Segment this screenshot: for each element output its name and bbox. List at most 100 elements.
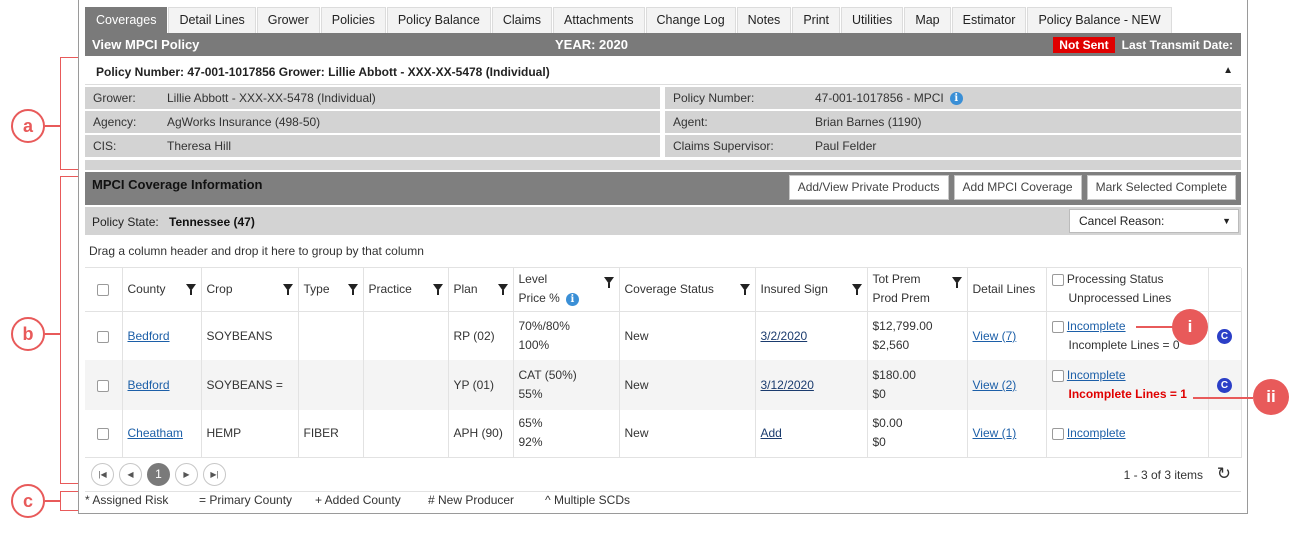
prev-page-button[interactable]: ◀ — [119, 463, 142, 486]
filter-icon[interactable] — [497, 280, 508, 295]
info-value: Paul Felder — [815, 139, 877, 153]
coverage-actions: Add/View Private Products Add MPCI Cover… — [788, 175, 1236, 200]
column-header-processing-status[interactable]: Processing Status Unprocessed Lines — [1046, 268, 1209, 312]
last-transmit-label: Last Transmit Date: — [1121, 38, 1233, 52]
column-header-county[interactable]: County — [122, 268, 202, 312]
insured-sign-link[interactable]: 3/2/2020 — [761, 329, 808, 343]
filter-icon[interactable] — [603, 271, 614, 290]
view-detail-lines-link[interactable]: View (7) — [973, 329, 1017, 343]
annotation-bracket-c — [60, 491, 78, 511]
add-view-private-products-button[interactable]: Add/View Private Products — [788, 175, 949, 200]
table-row[interactable]: Bedford SOYBEANS RP (02) 70%/80% 100% New… — [85, 311, 1242, 360]
column-header-crop[interactable]: Crop — [201, 268, 299, 312]
filter-icon[interactable] — [347, 280, 358, 295]
copy-icon[interactable]: C — [1217, 378, 1232, 393]
tab-policy-balance-new[interactable]: Policy Balance - NEW — [1027, 7, 1172, 33]
filter-icon[interactable] — [432, 280, 443, 295]
incomplete-link[interactable]: Incomplete — [1067, 426, 1126, 440]
next-page-button[interactable]: ▶ — [175, 463, 198, 486]
tab-policies[interactable]: Policies — [320, 7, 386, 33]
plan-cell: APH (90) — [448, 410, 514, 458]
tab-bar: Coverages Detail Lines Grower Policies P… — [85, 7, 1173, 33]
incomplete-link[interactable]: Incomplete — [1067, 319, 1126, 333]
county-link[interactable]: Cheatham — [128, 426, 183, 440]
annotation-label-b: b — [11, 317, 45, 351]
row-checkbox[interactable] — [97, 330, 110, 343]
info-icon[interactable]: i — [949, 92, 963, 106]
column-header-actions — [1208, 268, 1242, 312]
table-row[interactable]: Bedford SOYBEANS = YP (01) CAT (50%) 55% … — [85, 360, 1242, 410]
policy-summary-text: Policy Number: 47-001-1017856 Grower: Li… — [96, 65, 550, 79]
processing-checkbox[interactable] — [1051, 428, 1064, 441]
tab-claims[interactable]: Claims — [491, 7, 553, 33]
processing-checkbox[interactable] — [1051, 369, 1064, 382]
processing-select-all-checkbox[interactable] — [1051, 274, 1064, 287]
tab-grower[interactable]: Grower — [256, 7, 320, 33]
select-all-checkbox[interactable] — [97, 284, 110, 297]
column-header-plan[interactable]: Plan — [448, 268, 514, 312]
view-detail-lines-link[interactable]: View (2) — [973, 378, 1017, 392]
premium-cell: $12,799.00 $2,560 — [867, 311, 968, 360]
column-header-detail-lines[interactable]: Detail Lines — [967, 268, 1047, 312]
premium-cell: $0.00 $0 — [867, 410, 968, 458]
incomplete-link[interactable]: Incomplete — [1067, 368, 1126, 382]
tab-print[interactable]: Print — [792, 7, 841, 33]
column-header-type[interactable]: Type — [298, 268, 364, 312]
cancel-reason-select[interactable]: Cancel Reason: ▼ — [1069, 209, 1239, 233]
filter-icon[interactable] — [851, 280, 862, 295]
column-label: Type — [303, 282, 330, 297]
county-link[interactable]: Bedford — [128, 378, 170, 392]
column-header-premium[interactable]: Tot Prem Prod Prem — [867, 268, 968, 312]
info-cell-cis: CIS: Theresa Hill — [85, 135, 660, 157]
refresh-icon[interactable]: ↻ — [1217, 464, 1231, 484]
collapse-caret-icon[interactable]: ▲ — [1223, 65, 1233, 76]
tab-change-log[interactable]: Change Log — [645, 7, 736, 33]
column-label: Coverage Status — [624, 282, 714, 297]
incomplete-lines-count: Incomplete Lines = 0 — [1068, 337, 1180, 352]
current-page[interactable]: 1 — [147, 463, 170, 486]
column-header-level-price[interactable]: Level Price % i — [513, 268, 620, 312]
add-insured-sign-link[interactable]: Add — [761, 426, 782, 440]
info-row: Agency: AgWorks Insurance (498-50) Agent… — [85, 111, 1241, 135]
column-label: Level — [518, 272, 548, 287]
tab-notes[interactable]: Notes — [736, 7, 792, 33]
view-detail-lines-link[interactable]: View (1) — [973, 426, 1017, 440]
policy-summary-header[interactable]: Policy Number: 47-001-1017856 Grower: Li… — [85, 58, 1241, 85]
annotation-label-ii: ii — [1253, 379, 1289, 415]
info-icon[interactable]: i — [565, 292, 579, 306]
filter-icon[interactable] — [951, 271, 962, 290]
info-cell-grower: Grower: Lillie Abbott - XXX-XX-5478 (Ind… — [85, 87, 660, 109]
policy-state-value: Tennessee (47) — [169, 215, 255, 229]
insured-sign-link[interactable]: 3/12/2020 — [761, 378, 814, 392]
processing-checkbox[interactable] — [1051, 320, 1064, 333]
row-select-cell — [85, 410, 123, 458]
tab-detail-lines[interactable]: Detail Lines — [168, 7, 256, 33]
annotation-connector-i — [1136, 326, 1176, 328]
tab-map[interactable]: Map — [904, 7, 951, 33]
tab-policy-balance[interactable]: Policy Balance — [386, 7, 491, 33]
column-header-insured-sign[interactable]: Insured Sign — [755, 268, 868, 312]
mark-selected-complete-button[interactable]: Mark Selected Complete — [1086, 175, 1236, 200]
insured-sign-cell: Add — [755, 410, 868, 458]
row-checkbox[interactable] — [97, 428, 110, 441]
column-header-coverage-status[interactable]: Coverage Status — [619, 268, 756, 312]
filter-icon[interactable] — [185, 280, 196, 295]
tab-estimator[interactable]: Estimator — [951, 7, 1027, 33]
filter-icon[interactable] — [739, 280, 750, 295]
add-mpci-coverage-button[interactable]: Add MPCI Coverage — [953, 175, 1082, 200]
row-checkbox[interactable] — [97, 379, 110, 392]
title-bar: View MPCI Policy YEAR: 2020 Not Sent Las… — [85, 33, 1241, 56]
insured-sign-cell: 3/12/2020 — [755, 360, 868, 410]
prod-prem-value: $2,560 — [872, 337, 910, 352]
group-drop-zone[interactable]: Drag a column header and drop it here to… — [89, 244, 424, 258]
filter-icon[interactable] — [282, 280, 293, 295]
last-page-button[interactable]: ▶| — [203, 463, 226, 486]
table-row[interactable]: Cheatham HEMP FIBER APH (90) 65% 92% New … — [85, 410, 1242, 458]
first-page-button[interactable]: |◀ — [91, 463, 114, 486]
column-header-practice[interactable]: Practice — [363, 268, 449, 312]
copy-icon[interactable]: C — [1217, 328, 1232, 344]
tab-attachments[interactable]: Attachments — [553, 7, 645, 33]
tab-coverages[interactable]: Coverages — [85, 7, 168, 33]
tab-utilities[interactable]: Utilities — [841, 7, 904, 33]
county-link[interactable]: Bedford — [128, 329, 170, 343]
